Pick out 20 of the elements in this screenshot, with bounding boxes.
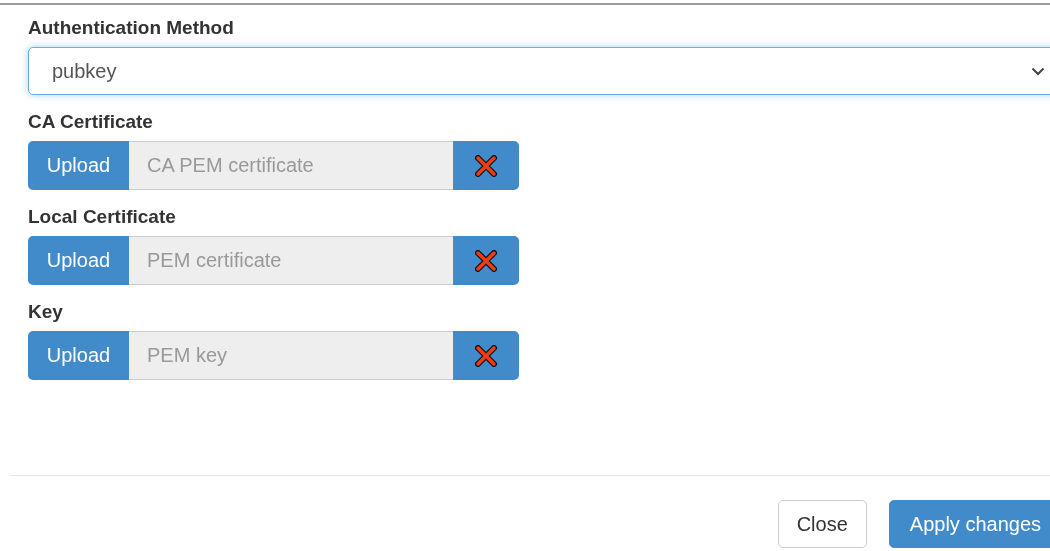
apply-button[interactable]: Apply changes — [888, 500, 1050, 548]
close-icon — [475, 154, 497, 177]
close-icon — [475, 344, 497, 367]
close-icon — [475, 249, 497, 272]
field-label: Key — [28, 301, 64, 323]
file-field[interactable]: CA PEM certificate — [129, 141, 453, 190]
field-label: Authentication Method — [28, 17, 235, 39]
close-button[interactable]: Close — [777, 500, 867, 548]
clear-button[interactable] — [453, 141, 519, 190]
upload-button[interactable]: Upload — [28, 141, 129, 190]
file-field[interactable]: PEM certificate — [129, 236, 453, 285]
clear-button[interactable] — [453, 236, 519, 285]
chevron-down-icon — [1031, 66, 1045, 76]
method-dropdown[interactable]: pubkey — [28, 47, 1050, 95]
field-label: Local Certificate — [28, 206, 177, 228]
upload-button[interactable]: Upload — [28, 331, 129, 380]
clear-button[interactable] — [453, 331, 519, 380]
upload-button[interactable]: Upload — [28, 236, 129, 285]
file-field[interactable]: PEM key — [129, 331, 453, 380]
field-label: CA Certificate — [28, 111, 154, 133]
